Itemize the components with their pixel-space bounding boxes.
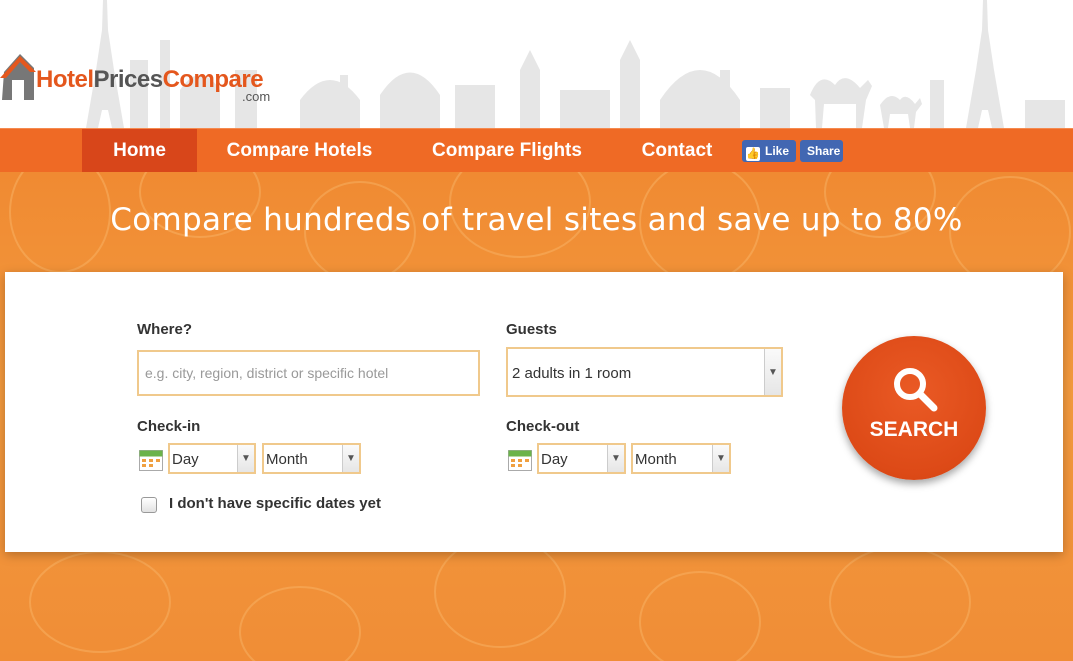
facebook-like-button[interactable]: 👍 Like bbox=[742, 140, 796, 162]
logo-wordmark: HotelPricesCompare bbox=[36, 66, 264, 94]
checkout-label: Check-out bbox=[506, 418, 580, 435]
house-logo-icon bbox=[0, 54, 36, 100]
hero-headline: Compare hundreds of travel sites and sav… bbox=[110, 202, 963, 238]
facebook-like-label: Like bbox=[765, 144, 790, 158]
nav-compare-flights[interactable]: Compare Flights bbox=[418, 129, 596, 173]
nav-contact[interactable]: Contact bbox=[628, 129, 726, 173]
checkin-month-select[interactable]: Month ▼ bbox=[262, 443, 361, 474]
guests-label: Guests bbox=[506, 321, 557, 338]
checkout-calendar-icon[interactable] bbox=[508, 448, 532, 471]
checkout-month-select[interactable]: Month ▼ bbox=[631, 443, 731, 474]
destination-search-input[interactable] bbox=[137, 350, 480, 396]
checkin-label: Check-in bbox=[137, 418, 201, 435]
logo-dotcom: .com bbox=[242, 89, 271, 104]
chevron-down-icon: ▼ bbox=[342, 445, 359, 472]
guests-select[interactable]: 2 adults in 1 room ▼ bbox=[506, 347, 783, 397]
checkout-day-select[interactable]: Day ▼ bbox=[537, 443, 626, 474]
checkin-day-value: Day bbox=[172, 451, 199, 468]
logo-word-prices: Prices bbox=[93, 66, 164, 93]
city-skyline-illustration bbox=[86, 0, 1065, 128]
chevron-down-icon: ▼ bbox=[237, 445, 254, 472]
search-button-label: SEARCH bbox=[869, 418, 959, 441]
checkin-day-select[interactable]: Day ▼ bbox=[168, 443, 256, 474]
logo-word-hotel: Hotel bbox=[36, 66, 94, 93]
search-button[interactable]: SEARCH bbox=[842, 336, 986, 480]
chevron-down-icon: ▼ bbox=[607, 445, 624, 472]
nav-compare-hotels[interactable]: Compare Hotels bbox=[212, 129, 387, 173]
main-navigation: Home Compare Hotels Compare Flights Cont… bbox=[0, 128, 1073, 173]
no-dates-checkbox[interactable] bbox=[141, 497, 157, 513]
search-magnifier-icon bbox=[894, 368, 938, 412]
nav-home[interactable]: Home bbox=[82, 129, 197, 173]
checkout-day-value: Day bbox=[541, 451, 568, 468]
no-dates-label[interactable]: I don't have specific dates yet bbox=[169, 495, 381, 512]
facebook-share-button[interactable]: Share bbox=[800, 140, 843, 162]
guests-selected-value: 2 adults in 1 room bbox=[512, 365, 632, 382]
site-header: HotelPricesCompare .com bbox=[0, 0, 1073, 128]
chevron-down-icon: ▼ bbox=[764, 349, 781, 395]
chevron-down-icon: ▼ bbox=[712, 445, 729, 472]
facebook-thumb-icon: 👍 bbox=[746, 147, 760, 161]
where-label: Where? bbox=[137, 321, 193, 338]
checkin-month-value: Month bbox=[266, 451, 308, 468]
checkin-calendar-icon[interactable] bbox=[139, 448, 163, 471]
search-form-card: Where? Guests 2 adults in 1 room ▼ Check… bbox=[5, 272, 1063, 552]
checkout-month-value: Month bbox=[635, 451, 677, 468]
